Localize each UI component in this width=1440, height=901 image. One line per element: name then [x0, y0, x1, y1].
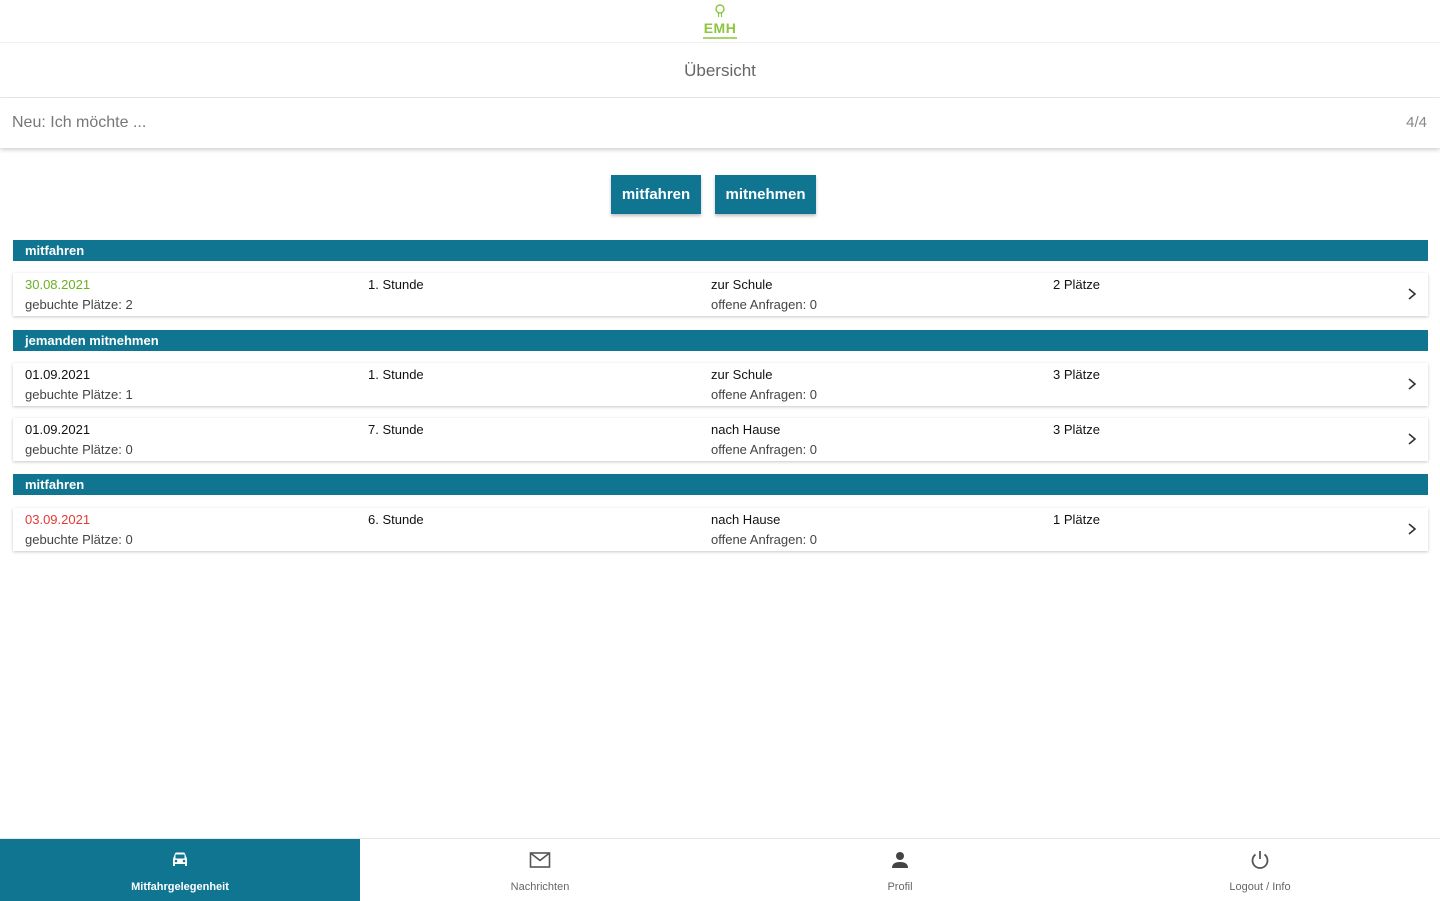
chevron-right-icon	[1408, 433, 1417, 445]
bottom-navigation: Mitfahrgelegenheit Nachrichten Profil Lo…	[0, 838, 1440, 901]
seat-count: 1 Plätze	[1053, 512, 1100, 527]
booked-seats: gebuchte Plätze: 2	[25, 297, 133, 312]
title-bar: Übersicht	[0, 43, 1440, 98]
nav-label: Mitfahrgelegenheit	[131, 881, 229, 893]
section-header: jemanden mitnehmen	[13, 330, 1428, 351]
open-requests: offene Anfragen: 0	[711, 442, 818, 457]
page-title: Übersicht	[684, 61, 756, 80]
ride-row[interactable]: 01.09.2021 gebuchte Plätze: 0 7. Stunde …	[13, 418, 1428, 461]
ride-date: 03.09.2021	[25, 512, 91, 527]
school-period: 6. Stunde	[368, 512, 424, 527]
ride-date: 30.08.2021	[25, 277, 91, 292]
search-input[interactable]	[12, 110, 1372, 136]
car-icon	[173, 852, 187, 866]
seat-count: 3 Plätze	[1053, 367, 1100, 382]
search-count: 4/4	[1406, 114, 1427, 131]
search-bar: 4/4	[0, 98, 1440, 148]
open-requests: offene Anfragen: 0	[711, 297, 818, 312]
seat-count: 2 Plätze	[1053, 277, 1100, 292]
ride-row[interactable]: 03.09.2021 gebuchte Plätze: 0 6. Stunde …	[13, 508, 1428, 551]
booked-seats: gebuchte Plätze: 1	[25, 387, 133, 402]
mail-icon	[529, 852, 551, 868]
take-along-button[interactable]: mitnehmen	[715, 175, 816, 214]
ride-row[interactable]: 30.08.2021 gebuchte Plätze: 2 1. Stunde …	[13, 273, 1428, 316]
ride-row[interactable]: 01.09.2021 gebuchte Plätze: 1 1. Stunde …	[13, 363, 1428, 406]
app-logo: EMH	[699, 2, 741, 40]
nav-label: Logout / Info	[1229, 881, 1291, 893]
chevron-right-icon	[1408, 378, 1417, 390]
ride-date: 01.09.2021	[25, 422, 91, 437]
direction: zur Schule	[711, 367, 773, 382]
school-period: 1. Stunde	[368, 367, 424, 382]
nav-item-logout[interactable]: Logout / Info	[1080, 839, 1440, 901]
chevron-right-icon	[1408, 288, 1417, 300]
nav-label: Profil	[887, 881, 913, 893]
section-header: mitfahren	[13, 474, 1428, 495]
booked-seats: gebuchte Plätze: 0	[25, 532, 133, 547]
open-requests: offene Anfragen: 0	[711, 532, 818, 547]
person-icon	[892, 852, 908, 868]
chevron-right-icon	[1408, 523, 1417, 535]
ride-along-button[interactable]: mitfahren	[611, 175, 701, 214]
top-bar: EMH	[0, 0, 1440, 43]
logo-text: EMH	[703, 20, 737, 36]
nav-label: Nachrichten	[510, 881, 570, 893]
booked-seats: gebuchte Plätze: 0	[25, 442, 133, 457]
school-period: 1. Stunde	[368, 277, 424, 292]
power-icon	[1251, 851, 1269, 869]
open-requests: offene Anfragen: 0	[711, 387, 818, 402]
direction: zur Schule	[711, 277, 773, 292]
nav-item-profile[interactable]: Profil	[720, 839, 1080, 901]
school-period: 7. Stunde	[368, 422, 424, 437]
direction: nach Hause	[711, 512, 781, 527]
section-header: mitfahren	[13, 240, 1428, 261]
direction: nach Hause	[711, 422, 781, 437]
nav-item-ride[interactable]: Mitfahrgelegenheit	[0, 839, 360, 901]
seat-count: 3 Plätze	[1053, 422, 1100, 437]
ride-date: 01.09.2021	[25, 367, 91, 382]
nav-item-messages[interactable]: Nachrichten	[360, 839, 720, 901]
